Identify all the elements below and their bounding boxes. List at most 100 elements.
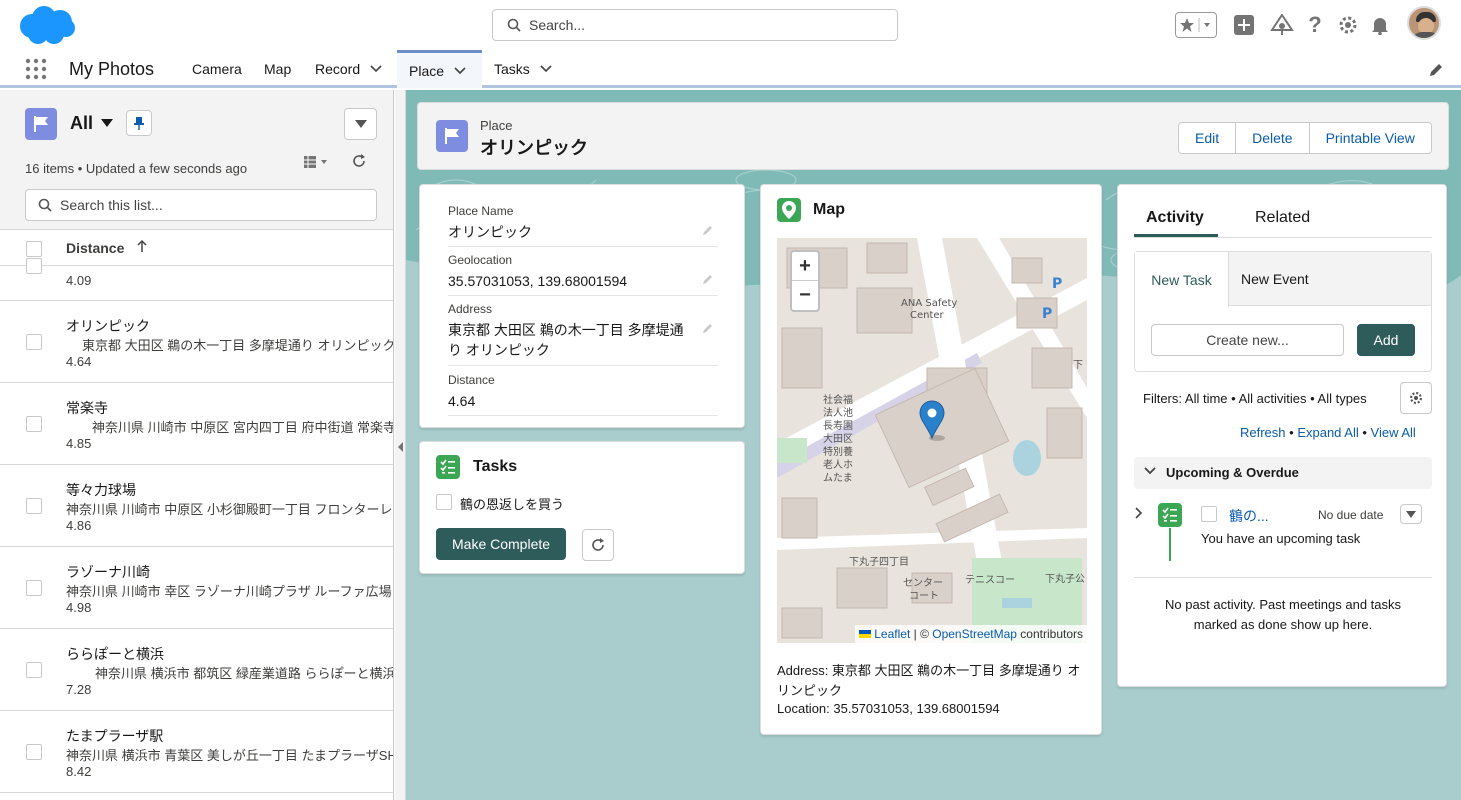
active-tab-indicator [1134,234,1218,237]
attribution-tail: contributors [1016,627,1083,641]
pin-list-button[interactable] [126,110,152,136]
expand-all-link[interactable]: Expand All [1297,425,1358,440]
list-item[interactable]: 等々力球場 神奈川県 川崎市 中原区 小杉御殿町一丁目 フロンターレロー 4.8… [0,465,393,547]
list-view-controls-button[interactable] [344,108,377,140]
row-name[interactable]: ららぽーと横浜 [66,644,164,664]
row-checkbox[interactable] [26,334,42,350]
column-header-distance[interactable]: Distance [66,240,124,256]
attribution-separator: | © [910,627,933,641]
row-name[interactable]: 等々力球場 [66,480,136,500]
timeline-connector [1169,528,1171,561]
row-checkbox[interactable] [26,662,42,678]
edit-nav-pencil-icon[interactable] [1428,62,1444,78]
map-location-text: Location: 35.57031053, 139.68001594 [777,701,1000,716]
list-item[interactable]: オリンピック 東京都 大田区 鵜の木一丁目 多摩堤通り オリンピック 4.64 [0,301,393,383]
user-avatar[interactable] [1407,6,1441,40]
list-item[interactable]: ラゾーナ川崎 神奈川県 川崎市 幸区 ラゾーナ川崎プラザ ルーファ広場 Pla … [0,547,394,629]
delete-button[interactable]: Delete [1236,123,1310,153]
caret-down-icon[interactable] [101,119,113,127]
display-as-table-icon[interactable] [304,155,330,169]
select-all-checkbox[interactable] [26,241,42,257]
row-address: 神奈川県 川崎市 幸区 ラゾーナ川崎プラザ ルーファ広場 Pla [66,584,394,599]
favorites-star-icon[interactable] [1175,12,1217,38]
filter-settings-button[interactable] [1400,382,1432,414]
task-checkbox[interactable] [1201,506,1217,522]
row-checkbox[interactable] [26,498,42,514]
list-view-title[interactable]: All [70,113,93,134]
map-attribution: Leaflet | © OpenStreetMap contributors [854,625,1087,643]
list-item[interactable]: たまプラーザ駅 神奈川県 横浜市 青葉区 美しが丘一丁目 たまプラーザSHOP … [0,711,393,793]
leaflet-link[interactable]: Leaflet [874,627,910,641]
row-name[interactable]: オリンピック [66,316,150,336]
add-icon[interactable] [1231,12,1257,38]
create-new-input[interactable]: Create new... [1151,324,1344,356]
add-button[interactable]: Add [1357,324,1415,356]
list-item[interactable]: 4.09 [0,258,393,301]
tab-tasks[interactable]: Tasks [482,50,564,88]
row-name[interactable]: ラゾーナ川崎 [66,562,150,582]
zoom-out-button[interactable]: − [792,281,818,310]
row-checkbox[interactable] [26,744,42,760]
tab-related[interactable]: Related [1255,209,1310,227]
leaflet-map[interactable]: ANA Safety Center 社会福 法人池 長寿園 大田区 特別養 老人… [777,238,1087,643]
make-complete-button[interactable]: Make Complete [436,528,567,560]
sort-ascending-arrow-icon[interactable] [136,239,148,253]
activity-links: Refresh • Expand All • View All [1240,425,1416,440]
tab-activity[interactable]: Activity [1146,209,1204,227]
list-rows: 4.09 オリンピック 東京都 大田区 鵜の木一丁目 多摩堤通り オリンピック … [0,258,394,793]
global-search-input[interactable]: Search... [492,9,898,41]
chevron-down-icon[interactable] [454,66,466,75]
list-item[interactable]: 常楽寺 神奈川県 川崎市 中原区 宮内四丁目 府中街道 常楽寺 4.85 [0,383,393,465]
task-checkbox[interactable] [436,494,452,510]
place-flag-icon [25,108,57,140]
chevron-down-icon[interactable] [540,65,552,73]
gear-icon [1410,392,1422,404]
caret-down-icon [354,120,367,128]
search-icon [507,18,521,32]
view-all-link[interactable]: View All [1371,425,1416,440]
setup-gear-icon[interactable] [1335,12,1361,38]
tasks-refresh-button[interactable] [582,529,614,561]
tab-place[interactable]: Place [397,50,482,88]
map-label: センター [903,577,943,589]
tab-camera[interactable]: Camera [180,50,254,88]
list-item[interactable]: ららぽーと横浜 神奈川県 横浜市 都筑区 緑産業道路 ららぽーと横浜 7.28 [0,629,393,711]
task-label[interactable]: 鶴の恩返しを買う [460,494,564,513]
trailhead-icon[interactable] [1269,12,1295,38]
salesforce-logo[interactable] [16,4,76,46]
row-checkbox[interactable] [26,416,42,432]
row-name[interactable]: たまプラーザ駅 [66,726,163,746]
tabs-divider [1134,237,1432,238]
refresh-icon[interactable] [352,154,366,168]
notifications-bell-icon[interactable] [1367,12,1393,38]
list-search-input[interactable]: Search this list... [25,189,377,221]
tab-new-task[interactable]: New Task [1135,252,1229,307]
chevron-down-icon[interactable] [370,65,382,73]
row-checkbox[interactable] [26,580,42,596]
task-subject-link[interactable]: 鶴の... [1229,506,1269,526]
tab-map[interactable]: Map [252,50,303,88]
collapse-arrow-icon[interactable] [398,442,404,452]
printable-view-button[interactable]: Printable View [1309,123,1431,153]
task-actions-menu-button[interactable] [1400,504,1422,524]
openstreetmap-link[interactable]: OpenStreetMap [932,627,1017,641]
field-value: 4.64 [448,393,476,409]
edit-pencil-icon[interactable] [702,322,714,334]
row-checkbox[interactable] [26,258,42,274]
chevron-right-icon[interactable] [1135,507,1143,519]
edit-pencil-icon[interactable] [702,224,714,236]
map-label: 下丸子四丁目 [849,555,909,568]
edit-pencil-icon[interactable] [702,273,714,285]
help-icon[interactable]: ? [1302,12,1328,38]
refresh-link[interactable]: Refresh [1240,425,1286,440]
zoom-in-button[interactable]: + [792,252,818,281]
task-description: You have an upcoming task [1201,531,1361,546]
edit-button[interactable]: Edit [1179,123,1237,153]
field-geolocation: Geolocation 35.57031053, 139.68001594 [448,253,718,296]
tab-new-event[interactable]: New Event [1241,271,1309,287]
upcoming-overdue-section[interactable]: Upcoming & Overdue [1134,457,1432,489]
tab-record[interactable]: Record [303,50,394,88]
row-name[interactable]: 常楽寺 [66,398,108,418]
app-launcher-grid-icon[interactable] [24,57,48,81]
map-zoom-control: + − [790,250,820,312]
